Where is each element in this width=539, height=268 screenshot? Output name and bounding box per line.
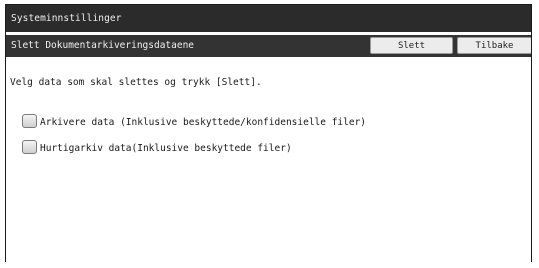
option-quick-archive-data[interactable]: Hurtigarkiv data(Inklusive beskyttede fi… xyxy=(22,137,292,154)
archive-data-checkbox[interactable] xyxy=(22,114,37,128)
quick-archive-checkbox[interactable] xyxy=(22,140,37,154)
window-title: Systeminnstillinger xyxy=(6,5,531,32)
page-title: Slett Dokumentarkiveringsdataene xyxy=(11,40,195,51)
page-header: Slett Dokumentarkiveringsdataene Slett T… xyxy=(6,35,531,57)
instruction-text: Velg data som skal slettes og trykk [Sle… xyxy=(10,77,262,88)
delete-button[interactable]: Slett xyxy=(370,37,453,54)
back-button[interactable]: Tilbake xyxy=(457,37,531,54)
settings-screen: Systeminnstillinger Slett Dokumentarkive… xyxy=(5,4,532,262)
option-archive-data[interactable]: Arkivere data (Inklusive beskyttede/konf… xyxy=(22,111,367,128)
quick-archive-label: Hurtigarkiv data(Inklusive beskyttede fi… xyxy=(40,142,292,154)
archive-data-label: Arkivere data (Inklusive beskyttede/konf… xyxy=(40,116,367,128)
